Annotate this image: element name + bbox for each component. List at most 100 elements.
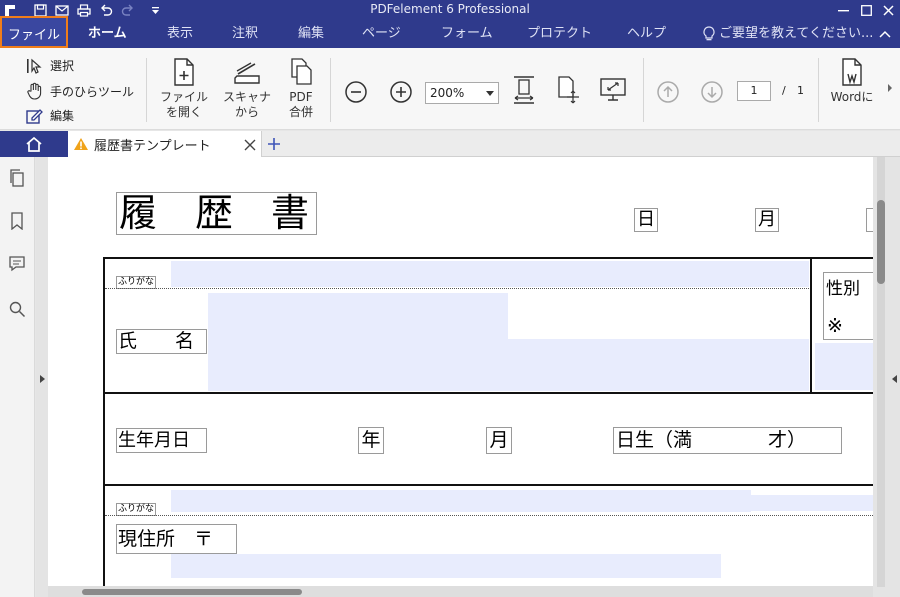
page-separator: / bbox=[782, 84, 786, 97]
address-input[interactable] bbox=[171, 554, 721, 578]
name-input-lower[interactable] bbox=[208, 339, 809, 391]
separator bbox=[330, 58, 331, 122]
address-furigana-divider bbox=[105, 515, 873, 516]
separator bbox=[818, 58, 819, 122]
collapse-ribbon-icon[interactable] bbox=[879, 20, 891, 48]
merge-icon bbox=[291, 58, 312, 85]
ribbon-scroll-right-icon[interactable] bbox=[884, 78, 896, 98]
table-border bbox=[810, 257, 812, 393]
date-day-label: 日 bbox=[634, 208, 658, 232]
feedback-text: ご要望を教えてください... bbox=[719, 26, 874, 41]
warning-icon bbox=[74, 138, 88, 150]
menu-home[interactable]: ホーム bbox=[88, 20, 127, 48]
menu-bar: ファイル ホーム 表示 注釈 編集 ページ フォーム プロテクト ヘルプ ご要望… bbox=[0, 16, 900, 48]
select-tool[interactable]: 選択 bbox=[26, 57, 74, 74]
menu-help[interactable]: ヘルプ bbox=[627, 20, 666, 48]
gender-input[interactable] bbox=[815, 343, 873, 390]
open-file-icon bbox=[174, 58, 194, 86]
open-file-button[interactable]: ファイル を開く bbox=[156, 58, 212, 120]
arrow-down-icon bbox=[701, 81, 723, 103]
title-field: 履 歴 書 bbox=[116, 192, 317, 235]
plus-icon bbox=[268, 138, 280, 150]
fit-page-button[interactable] bbox=[555, 74, 581, 106]
name-label: 氏 名 bbox=[116, 329, 207, 354]
vertical-scroll-thumb[interactable] bbox=[877, 200, 885, 284]
menu-file[interactable]: ファイル bbox=[0, 16, 68, 48]
table-border bbox=[103, 257, 873, 259]
table-border bbox=[103, 257, 105, 586]
menu-form[interactable]: フォーム bbox=[441, 20, 493, 48]
ribbon: 選択 手のひらツール 編集 ファイル を開く スキャナ から PDF 合併 20… bbox=[0, 48, 900, 130]
horizontal-scroll-thumb[interactable] bbox=[82, 589, 302, 595]
edit-tool[interactable]: 編集 bbox=[26, 107, 74, 124]
maximize-button[interactable] bbox=[855, 1, 877, 19]
address-furigana-input-right[interactable] bbox=[751, 495, 873, 511]
document-tab[interactable]: 履歴書テンプレート bbox=[68, 131, 262, 157]
fit-width-button[interactable] bbox=[511, 74, 537, 106]
tab-bar: 履歴書テンプレート bbox=[0, 131, 900, 157]
bookmark-icon[interactable] bbox=[8, 212, 26, 230]
age-label: 日生（満 才） bbox=[613, 427, 842, 454]
table-border bbox=[103, 484, 873, 486]
edit-icon bbox=[26, 108, 43, 124]
pages-icon[interactable] bbox=[8, 169, 26, 187]
document-tab-title: 履歴書テンプレート bbox=[94, 139, 211, 154]
app-title: PDFelement 6 Professional bbox=[370, 2, 530, 16]
fit-width-icon bbox=[514, 76, 534, 104]
close-button[interactable] bbox=[877, 1, 899, 19]
menu-comment[interactable]: 注釈 bbox=[232, 20, 258, 48]
minimize-button[interactable] bbox=[832, 1, 854, 19]
date-month-label: 月 bbox=[755, 208, 779, 232]
gender-label: 性別 bbox=[826, 279, 860, 299]
zoom-in-button[interactable] bbox=[388, 79, 414, 105]
hand-tool[interactable]: 手のひらツール bbox=[26, 82, 134, 100]
zoom-select[interactable]: 200% bbox=[425, 82, 499, 104]
left-sidebar bbox=[0, 157, 35, 597]
arrow-up-icon bbox=[657, 81, 679, 103]
gender-field: 性別 ※ bbox=[823, 272, 873, 340]
scanner-icon bbox=[234, 62, 260, 84]
page-number-input[interactable]: 1 bbox=[737, 81, 771, 101]
menu-view[interactable]: 表示 bbox=[167, 20, 193, 48]
document-page: 履 歴 書 日 月 ふりがな 氏 名 性別 ※ 生年月日 年 月 日生（満 才）… bbox=[48, 157, 873, 586]
chevron-down-icon bbox=[486, 91, 494, 96]
date-year-field bbox=[866, 208, 873, 232]
zoom-out-button[interactable] bbox=[343, 79, 369, 105]
name-input[interactable] bbox=[208, 293, 508, 339]
comment-icon[interactable] bbox=[8, 255, 26, 273]
monitor-icon bbox=[600, 78, 626, 101]
table-border bbox=[103, 392, 873, 394]
birthdate-label: 生年月日 bbox=[116, 428, 207, 453]
close-icon[interactable] bbox=[244, 139, 256, 151]
left-panel-toggle[interactable] bbox=[36, 157, 48, 597]
previous-page-button[interactable] bbox=[655, 79, 681, 105]
merge-pdf-button[interactable]: PDF 合併 bbox=[283, 58, 319, 120]
page-total: 1 bbox=[797, 84, 804, 97]
title-bar: PDFelement 6 Professional bbox=[0, 0, 900, 20]
convert-to-word-button[interactable]: Wordに bbox=[828, 58, 876, 105]
birth-month-label: 月 bbox=[486, 427, 512, 454]
menu-page[interactable]: ページ bbox=[362, 20, 401, 48]
fullscreen-button[interactable] bbox=[598, 76, 628, 104]
hand-icon bbox=[27, 82, 42, 100]
cursor-icon bbox=[27, 58, 42, 74]
fit-page-icon bbox=[558, 76, 579, 104]
home-icon bbox=[26, 136, 42, 152]
note-mark: ※ bbox=[827, 315, 843, 337]
search-icon[interactable] bbox=[8, 300, 26, 318]
new-tab-button[interactable] bbox=[264, 134, 284, 154]
home-tab[interactable] bbox=[0, 131, 68, 157]
scanner-button[interactable]: スキャナ から bbox=[219, 58, 275, 120]
address-label: 現住所 〒 bbox=[116, 524, 237, 554]
feedback-link[interactable]: ご要望を教えてください... bbox=[702, 20, 873, 48]
menu-protect[interactable]: プロテクト bbox=[527, 20, 592, 48]
word-icon bbox=[842, 58, 862, 86]
zoom-in-icon bbox=[390, 81, 412, 103]
furigana-input[interactable] bbox=[171, 261, 809, 287]
address-furigana-input[interactable] bbox=[171, 490, 751, 512]
menu-edit[interactable]: 編集 bbox=[298, 20, 324, 48]
furigana-divider bbox=[105, 288, 809, 289]
zoom-out-icon bbox=[345, 81, 367, 103]
separator bbox=[146, 58, 147, 122]
next-page-button[interactable] bbox=[699, 79, 725, 105]
